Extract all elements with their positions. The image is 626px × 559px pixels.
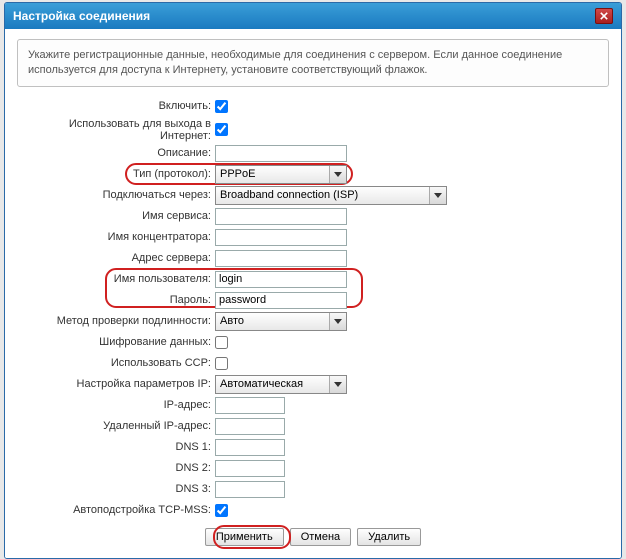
cancel-button[interactable]: Отмена — [290, 528, 351, 546]
username-input[interactable] — [215, 271, 347, 288]
auth-method-select[interactable]: Авто — [215, 312, 347, 331]
dns3-input[interactable] — [215, 481, 285, 498]
label-concentrator: Имя концентратора: — [17, 231, 215, 243]
label-remote-ip: Удаленный IP-адрес: — [17, 420, 215, 432]
enable-checkbox[interactable] — [215, 100, 228, 113]
label-dns1: DNS 1: — [17, 441, 215, 453]
connection-dialog: Настройка соединения Укажите регистрацио… — [4, 2, 622, 559]
chevron-down-icon — [329, 166, 346, 183]
connect-via-select[interactable]: Broadband connection (ISP) — [215, 186, 447, 205]
dns1-input[interactable] — [215, 439, 285, 456]
protocol-value: PPPoE — [216, 168, 329, 180]
label-dns2: DNS 2: — [17, 462, 215, 474]
titlebar: Настройка соединения — [5, 3, 621, 29]
remote-ip-input[interactable] — [215, 418, 285, 435]
connect-via-value: Broadband connection (ISP) — [216, 189, 429, 201]
tcp-mss-checkbox[interactable] — [215, 504, 228, 517]
label-tcp-mss: Автоподстройка TCP-MSS: — [17, 504, 215, 516]
label-dns3: DNS 3: — [17, 483, 215, 495]
concentrator-input[interactable] — [215, 229, 347, 246]
ccp-checkbox[interactable] — [215, 357, 228, 370]
dns2-input[interactable] — [215, 460, 285, 477]
close-button[interactable] — [595, 8, 613, 24]
encryption-checkbox[interactable] — [215, 336, 228, 349]
chevron-down-icon — [329, 376, 346, 393]
ip-address-input[interactable] — [215, 397, 285, 414]
dialog-content: Укажите регистрационные данные, необходи… — [5, 29, 621, 558]
chevron-down-icon — [329, 313, 346, 330]
label-enable: Включить: — [17, 100, 215, 112]
apply-button[interactable]: Применить — [205, 528, 284, 546]
label-service-name: Имя сервиса: — [17, 210, 215, 222]
label-server-address: Адрес сервера: — [17, 252, 215, 264]
internet-checkbox[interactable] — [215, 123, 228, 136]
chevron-down-icon — [429, 187, 446, 204]
ip-config-select[interactable]: Автоматическая — [215, 375, 347, 394]
description-input[interactable] — [215, 145, 347, 162]
label-ip-config: Настройка параметров IP: — [17, 378, 215, 390]
service-name-input[interactable] — [215, 208, 347, 225]
label-password: Пароль: — [17, 294, 215, 306]
password-input[interactable] — [215, 292, 347, 309]
label-username: Имя пользователя: — [17, 273, 215, 285]
label-ip-address: IP-адрес: — [17, 399, 215, 411]
dialog-title: Настройка соединения — [13, 9, 150, 23]
label-protocol: Тип (протокол): — [17, 168, 215, 180]
auth-method-value: Авто — [216, 315, 329, 327]
label-internet: Использовать для выхода в Интернет: — [17, 118, 215, 142]
server-address-input[interactable] — [215, 250, 347, 267]
ip-config-value: Автоматическая — [216, 378, 329, 390]
label-encryption: Шифрование данных: — [17, 336, 215, 348]
hint-text: Укажите регистрационные данные, необходи… — [17, 39, 609, 87]
label-auth-method: Метод проверки подлинности: — [17, 315, 215, 327]
close-icon — [600, 12, 608, 20]
protocol-select[interactable]: PPPoE — [215, 165, 347, 184]
delete-button[interactable]: Удалить — [357, 528, 421, 546]
label-description: Описание: — [17, 147, 215, 159]
label-connect-via: Подключаться через: — [17, 189, 215, 201]
label-ccp: Использовать CCP: — [17, 357, 215, 369]
